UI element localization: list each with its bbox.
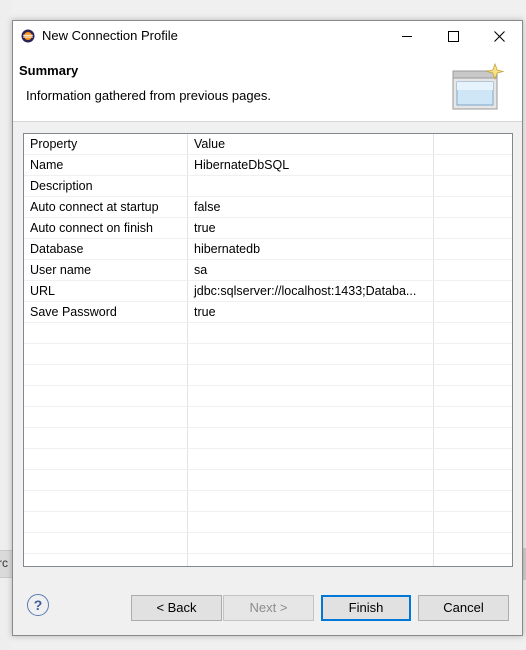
empty-table-row: [24, 490, 512, 512]
finish-button[interactable]: Finish: [321, 595, 411, 621]
empty-table-row: [24, 553, 512, 566]
property-cell: Save Password: [24, 301, 188, 323]
empty-cell: [433, 196, 512, 218]
empty-table-row: [24, 469, 512, 491]
column-header-value: Value: [187, 134, 434, 155]
empty-table-row: [24, 448, 512, 470]
back-button[interactable]: < Back: [131, 595, 222, 621]
background-tab-strip: rc: [0, 550, 12, 578]
value-cell: true: [187, 301, 434, 323]
next-button[interactable]: Next >: [223, 595, 314, 621]
value-cell: hibernatedb: [187, 238, 434, 260]
value-cell: true: [187, 217, 434, 239]
close-button[interactable]: [476, 21, 522, 51]
value-cell: HibernateDbSQL: [187, 154, 434, 176]
empty-cell: [433, 175, 512, 197]
empty-cell: [433, 280, 512, 302]
empty-table-row: [24, 511, 512, 533]
property-cell: URL: [24, 280, 188, 302]
maximize-button[interactable]: [430, 21, 476, 51]
page-description: Information gathered from previous pages…: [26, 88, 271, 103]
close-icon: [493, 30, 505, 42]
new-connection-profile-dialog: New Connection Profile Summary Informati…: [12, 20, 523, 636]
minimize-button[interactable]: [384, 21, 430, 51]
table-row[interactable]: Auto connect at startup false: [24, 196, 512, 218]
empty-table-row: [24, 364, 512, 386]
empty-cell: [433, 238, 512, 260]
help-icon[interactable]: ?: [27, 594, 49, 616]
property-cell: Name: [24, 154, 188, 176]
empty-table-row: [24, 427, 512, 449]
value-cell: jdbc:sqlserver://localhost:1433;Databa..…: [187, 280, 434, 302]
table-row[interactable]: User name sa: [24, 259, 512, 281]
column-header-property: Property: [24, 134, 188, 155]
table-row[interactable]: Name HibernateDbSQL: [24, 154, 512, 176]
value-cell: false: [187, 196, 434, 218]
table-row[interactable]: URL jdbc:sqlserver://localhost:1433;Data…: [24, 280, 512, 302]
value-cell: [187, 175, 434, 197]
eclipse-icon: [21, 29, 35, 43]
table-row[interactable]: Auto connect on finish true: [24, 217, 512, 239]
property-cell: User name: [24, 259, 188, 281]
empty-table-row: [24, 343, 512, 365]
value-cell: sa: [187, 259, 434, 281]
property-cell: Database: [24, 238, 188, 260]
background-partial-text: rc: [0, 556, 8, 570]
empty-table-row: [24, 385, 512, 407]
window-title: New Connection Profile: [42, 28, 178, 43]
title-bar[interactable]: New Connection Profile: [13, 21, 522, 51]
table-header-row: Property Value: [24, 134, 512, 155]
table-row[interactable]: Database hibernatedb: [24, 238, 512, 260]
property-cell: Description: [24, 175, 188, 197]
database-wizard-icon: [452, 62, 505, 110]
empty-cell: [433, 154, 512, 176]
property-cell: Auto connect at startup: [24, 196, 188, 218]
table-row[interactable]: Description: [24, 175, 512, 197]
empty-cell: [433, 259, 512, 281]
page-title: Summary: [19, 63, 79, 78]
column-header-empty: [433, 134, 512, 155]
minimize-icon: [402, 35, 412, 37]
property-cell: Auto connect on finish: [24, 217, 188, 239]
maximize-icon: [447, 30, 459, 42]
empty-cell: [433, 217, 512, 239]
properties-table[interactable]: Property Value Name HibernateDbSQL Descr…: [23, 133, 513, 567]
empty-table-row: [24, 322, 512, 344]
table-row[interactable]: Save Password true: [24, 301, 512, 323]
cancel-button[interactable]: Cancel: [418, 595, 509, 621]
empty-table-row: [24, 532, 512, 554]
empty-table-row: [24, 406, 512, 428]
wizard-banner: Summary Information gathered from previo…: [13, 51, 522, 122]
empty-cell: [433, 301, 512, 323]
